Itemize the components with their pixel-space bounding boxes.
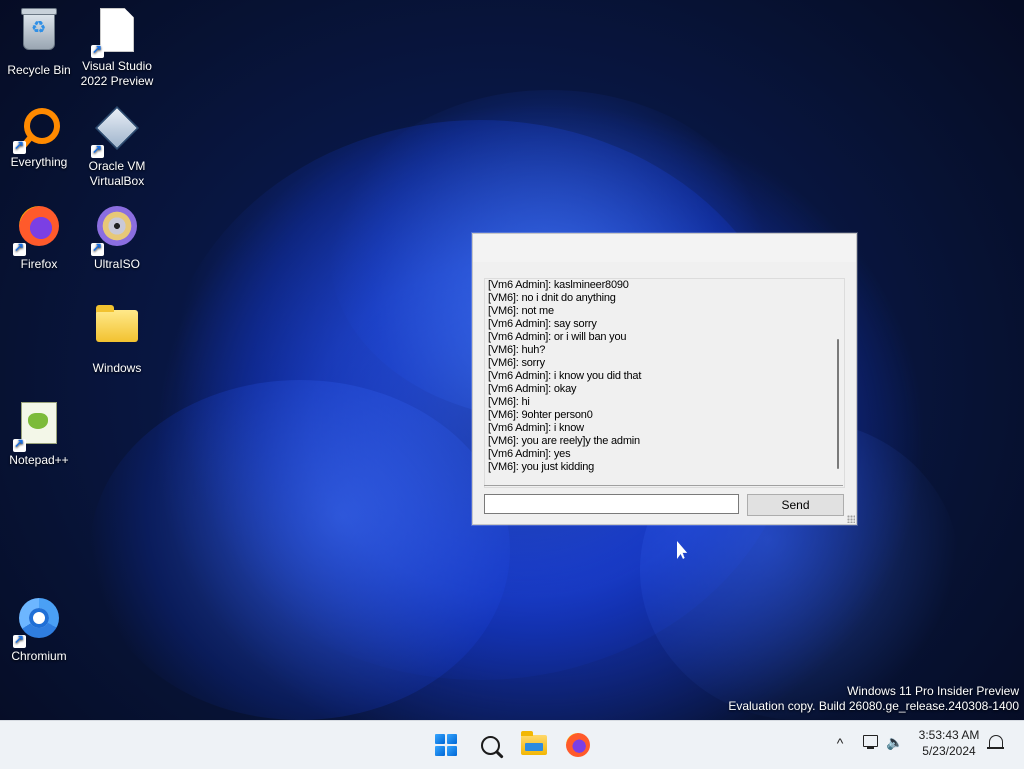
virtualbox-icon [91,105,141,158]
desktop-icon-notepad-plus-plus[interactable]: Notepad++ [0,398,78,468]
shortcut-arrow-icon [13,436,26,452]
everything-search-icon [13,104,63,154]
shortcut-arrow-icon [91,42,104,58]
shortcut-arrow-icon [13,240,26,256]
chat-message: [VM6]: not me [488,305,554,317]
clock-date: 5/23/2024 [922,744,976,758]
start-button[interactable] [428,727,464,763]
chat-window-titlebar[interactable] [473,234,856,262]
visual-studio-icon [91,8,141,58]
desktop-icon-label: UltraISO [93,257,140,271]
chat-log[interactable]: [Vm6 Admin]: kaslmineer8090 [VM6]: no i … [484,278,845,488]
desktop-icon-label: Notepad++ [9,453,69,467]
chat-window: [Vm6 Admin]: kaslmineer8090 [VM6]: no i … [472,233,857,525]
send-button[interactable]: Send [747,494,844,516]
chat-message: [Vm6 Admin]: i know [488,422,584,434]
chat-message: [Vm6 Admin]: okay [488,383,577,395]
chat-message: [Vm6 Admin]: kaslmineer8090 [488,279,629,291]
chat-message: [VM6]: huh? [488,344,546,356]
chromium-icon [13,598,63,648]
desktop-icon-virtualbox[interactable]: Oracle VM VirtualBox [78,104,156,189]
notification-bell-icon[interactable] [987,735,1004,749]
shortcut-arrow-icon [91,240,104,256]
firefox-icon [13,206,63,256]
desktop-icon-label: Windows [92,361,142,375]
taskbar-search-button[interactable] [472,727,508,763]
desktop-icon-firefox[interactable]: Firefox [0,202,78,272]
resize-grip-icon[interactable] [847,515,855,523]
evaluation-watermark: Windows 11 Pro Insider Preview Evaluatio… [728,684,1019,714]
desktop-icon-visual-studio[interactable]: Visual Studio 2022 Preview [78,6,156,89]
firefox-icon [566,733,590,757]
chat-scrollbar-thumb[interactable] [837,339,839,469]
desktop-icon-chromium[interactable]: Chromium [0,594,78,664]
desktop-icon-label: Visual Studio 2022 Preview [80,59,154,88]
taskbar-file-explorer-button[interactable] [516,727,552,763]
watermark-line: Windows 11 Pro Insider Preview [847,684,1019,698]
chat-message: [VM6]: you are reely]y the admin [488,435,640,447]
shortcut-arrow-icon [13,138,26,154]
chat-message: [VM6]: hi [488,396,530,408]
chat-message: [Vm6 Admin]: yes [488,448,571,460]
desktop: Recycle Bin Everything Firefox Notepad++… [0,0,1024,720]
search-icon [480,735,500,755]
wallpaper-petal [90,380,510,720]
clock-time: 3:53:43 AM [918,728,980,742]
desktop-icon-label: Chromium [11,649,67,663]
chat-scrollbar[interactable] [833,279,843,485]
watermark-line: Evaluation copy. Build 26080.ge_release.… [728,699,1019,713]
taskbar-clock[interactable]: 3:53:43 AM 5/23/2024 [910,727,988,759]
desktop-icon-label: Recycle Bin [7,63,71,77]
taskbar-firefox-button[interactable] [560,727,596,763]
chat-message: [Vm6 Admin]: say sorry [488,318,597,330]
chat-message: [Vm6 Admin]: or i will ban you [488,331,627,343]
ultraiso-disc-icon [91,206,141,256]
desktop-icon-label: Oracle VM VirtualBox [88,159,146,188]
file-explorer-icon [521,731,547,755]
chat-message-list: [Vm6 Admin]: kaslmineer8090 [VM6]: no i … [488,279,641,474]
volume-icon[interactable]: 🔈 [886,734,904,750]
chat-message: [VM6]: you just kidding [488,461,595,473]
recycle-bin-icon [15,8,63,60]
chat-message: [VM6]: no i dnit do anything [488,292,616,304]
chat-message-input[interactable] [484,494,739,514]
desktop-icon-label: Firefox [20,257,58,271]
desktop-icon-label: Everything [10,155,68,169]
chat-message: [VM6]: 9ohter person0 [488,409,593,421]
notepad-plus-plus-icon [13,402,63,452]
desktop-icon-ultraiso[interactable]: UltraISO [78,202,156,272]
chat-message: [Vm6 Admin]: i know you did that [488,370,642,382]
chat-divider [484,485,843,486]
folder-icon [93,305,141,358]
chat-message: [VM6]: sorry [488,357,545,369]
desktop-icon-recycle-bin[interactable]: Recycle Bin [0,6,78,78]
start-icon [435,734,457,756]
desktop-icon-windows-folder[interactable]: Windows [78,300,156,376]
shortcut-arrow-icon [13,632,26,648]
show-hidden-icons-chevron-icon[interactable]: ^ [831,734,849,752]
desktop-icon-everything[interactable]: Everything [0,104,78,170]
shortcut-arrow-icon [91,142,104,158]
network-icon[interactable] [862,734,880,750]
